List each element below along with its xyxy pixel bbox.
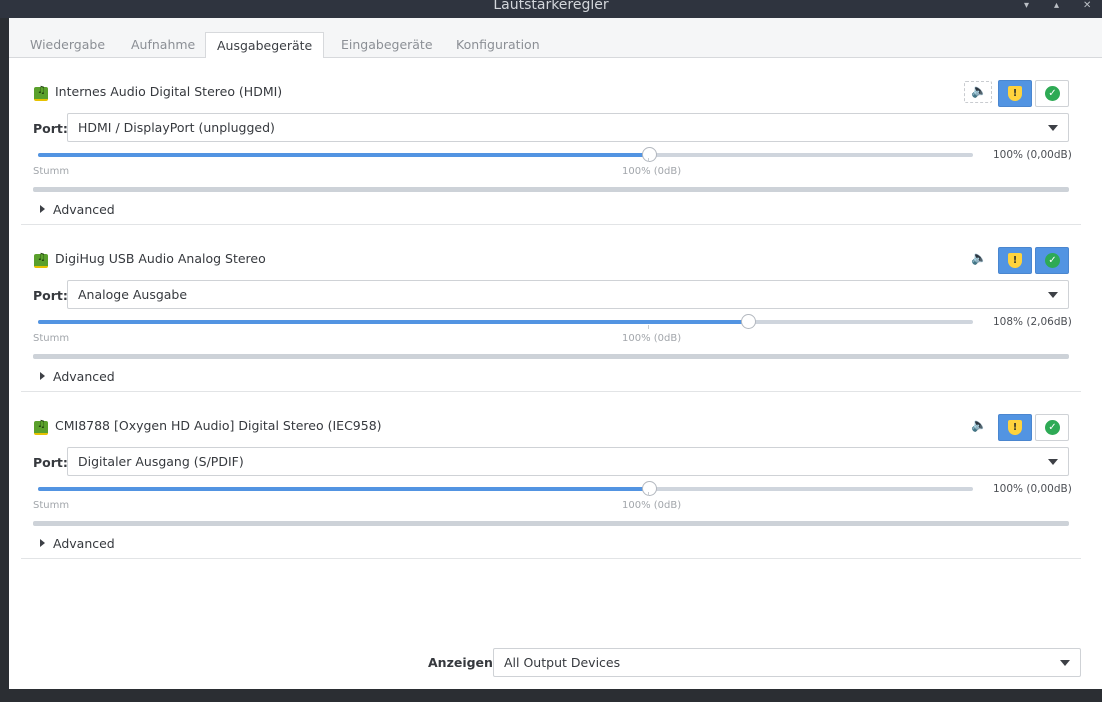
lock-channels-button[interactable]: !	[998, 247, 1032, 274]
volume-value: 100% (0,00dB)	[993, 149, 1072, 161]
chevron-down-icon	[1060, 660, 1070, 666]
zero-db-tick-label: 100% (0dB)	[622, 500, 682, 511]
port-label: Port:	[33, 121, 68, 136]
volume-slider-fill	[38, 153, 649, 157]
mute-button[interactable]: 🔈	[964, 248, 992, 270]
device-card: ♫ CMI8788 [Oxygen HD Audio] Digital Ster…	[21, 392, 1081, 559]
triangle-right-icon	[40, 205, 45, 213]
device-name: DigiHug USB Audio Analog Stereo	[55, 251, 266, 266]
tab-recording[interactable]: Aufnahme	[120, 32, 206, 58]
mute-tick-label: Stumm	[33, 500, 70, 511]
advanced-label: Advanced	[53, 202, 115, 217]
close-button[interactable]: ✕	[1083, 0, 1091, 11]
check-icon: ✓	[1045, 86, 1060, 101]
lock-icon: !	[1008, 253, 1022, 268]
audio-card-icon: ♫	[34, 252, 48, 268]
port-label: Port:	[33, 288, 68, 303]
port-value: Digitaler Ausgang (S/PDIF)	[78, 454, 244, 469]
volume-slider-fill	[38, 320, 748, 324]
title-bar: Lautstärkeregler ▾ ▴ ✕	[0, 0, 1102, 18]
show-label: Anzeigen:	[428, 655, 498, 670]
port-select[interactable]: Analoge Ausgabe	[67, 280, 1069, 309]
lock-icon: !	[1008, 420, 1022, 435]
volume-control-window: Wiedergabe Aufnahme Ausgabegeräte Eingab…	[9, 18, 1102, 689]
lock-channels-button[interactable]: !	[998, 80, 1032, 107]
device-list: ♫ Internes Audio Digital Stereo (HDMI) 🔈…	[9, 58, 1102, 689]
device-name: Internes Audio Digital Stereo (HDMI)	[55, 84, 283, 99]
port-value: Analoge Ausgabe	[78, 287, 188, 302]
device-name: CMI8788 [Oxygen HD Audio] Digital Stereo…	[55, 418, 382, 433]
port-select[interactable]: HDMI / DisplayPort (unplugged)	[67, 113, 1069, 142]
window-title: Lautstärkeregler	[493, 0, 609, 13]
tab-configuration[interactable]: Konfiguration	[445, 32, 551, 58]
advanced-expander[interactable]: Advanced	[40, 369, 115, 384]
lock-icon: !	[1008, 86, 1022, 101]
zero-db-tick	[648, 325, 649, 329]
triangle-right-icon	[40, 539, 45, 547]
audio-card-icon: ♫	[34, 85, 48, 101]
zero-db-tick-label: 100% (0dB)	[622, 333, 682, 344]
peak-meter	[33, 354, 1069, 359]
set-default-button[interactable]: ✓	[1035, 414, 1069, 441]
advanced-expander[interactable]: Advanced	[40, 536, 115, 551]
mute-button[interactable]: 🔈	[964, 81, 992, 103]
chevron-down-icon	[1048, 292, 1058, 298]
tab-bar: Wiedergabe Aufnahme Ausgabegeräte Eingab…	[9, 32, 1102, 59]
triangle-right-icon	[40, 372, 45, 380]
chevron-down-icon	[1048, 459, 1058, 465]
speaker-icon: 🔈	[971, 251, 988, 266]
volume-slider-handle[interactable]	[740, 314, 756, 329]
audio-card-icon: ♫	[34, 419, 48, 435]
check-icon: ✓	[1045, 420, 1060, 435]
volume-slider[interactable]	[38, 147, 973, 162]
check-icon: ✓	[1045, 253, 1060, 268]
advanced-expander[interactable]: Advanced	[40, 202, 115, 217]
volume-slider[interactable]	[38, 481, 973, 496]
tab-playback[interactable]: Wiedergabe	[19, 32, 116, 58]
advanced-label: Advanced	[53, 369, 115, 384]
port-value: HDMI / DisplayPort (unplugged)	[78, 120, 275, 135]
tab-output-devices[interactable]: Ausgabegeräte	[205, 32, 325, 59]
maximize-button[interactable]: ▴	[1054, 0, 1059, 11]
port-select[interactable]: Digitaler Ausgang (S/PDIF)	[67, 447, 1069, 476]
zero-db-tick	[648, 158, 649, 162]
minimize-button[interactable]: ▾	[1024, 0, 1029, 11]
mute-tick-label: Stumm	[33, 166, 70, 177]
volume-slider-fill	[38, 487, 649, 491]
chevron-down-icon	[1048, 125, 1058, 131]
speaker-icon: 🔈	[971, 84, 988, 99]
volume-slider-handle[interactable]	[642, 481, 657, 496]
set-default-button[interactable]: ✓	[1035, 247, 1069, 274]
peak-meter	[33, 521, 1069, 526]
volume-value: 108% (2,06dB)	[993, 316, 1072, 328]
show-devices-select[interactable]: All Output Devices	[493, 648, 1081, 677]
peak-meter	[33, 187, 1069, 192]
advanced-label: Advanced	[53, 536, 115, 551]
lock-channels-button[interactable]: !	[998, 414, 1032, 441]
volume-slider[interactable]	[38, 314, 973, 329]
port-label: Port:	[33, 455, 68, 470]
volume-slider-handle[interactable]	[642, 147, 657, 162]
volume-value: 100% (0,00dB)	[993, 483, 1072, 495]
device-card: ♫ Internes Audio Digital Stereo (HDMI) 🔈…	[21, 58, 1081, 225]
mute-tick-label: Stumm	[33, 333, 70, 344]
zero-db-tick-label: 100% (0dB)	[622, 166, 682, 177]
tab-input-devices[interactable]: Eingabegeräte	[330, 32, 444, 58]
show-devices-value: All Output Devices	[504, 655, 621, 670]
desktop-background	[0, 689, 1102, 702]
mute-button[interactable]: 🔈	[964, 415, 992, 437]
device-card: ♫ DigiHug USB Audio Analog Stereo 🔈 ! ✓ …	[21, 225, 1081, 392]
set-default-button[interactable]: ✓	[1035, 80, 1069, 107]
speaker-icon: 🔈	[971, 418, 988, 433]
zero-db-tick	[648, 492, 649, 496]
